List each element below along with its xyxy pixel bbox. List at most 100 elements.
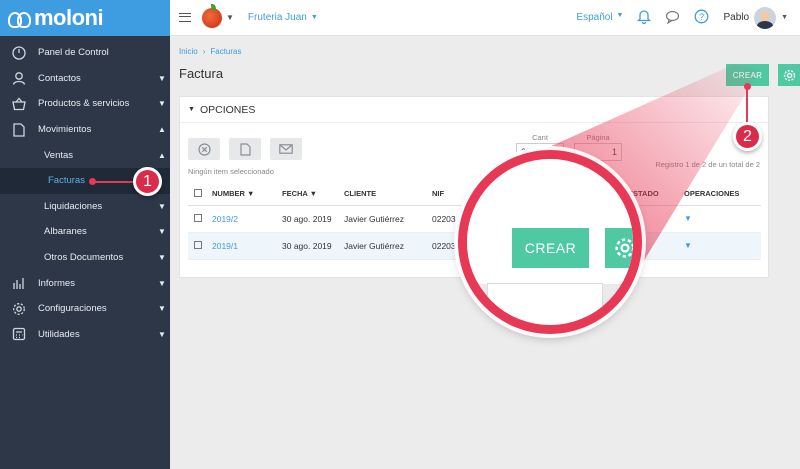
user-name: Pablo — [723, 12, 750, 23]
cancel-icon — [197, 142, 211, 156]
svg-text:?: ? — [699, 12, 704, 22]
logo-text: moloni — [34, 5, 104, 30]
chevron-down-icon: ▼ — [158, 227, 166, 237]
chevron-down-icon: ▼ — [158, 329, 166, 339]
store-selector[interactable]: Fruteria Juan ▼ — [248, 12, 318, 23]
chevron-down-icon: ▼ — [158, 99, 166, 109]
language-selector[interactable]: Español ▼ — [576, 12, 623, 23]
page-label: Página — [586, 133, 610, 142]
sidebar-item-label: Utilidades — [38, 328, 80, 340]
language-label: Español — [576, 12, 613, 23]
zoom-card — [487, 283, 603, 325]
marker-line — [746, 86, 748, 124]
chevron-down-icon: ▼ — [158, 201, 166, 211]
sidebar-item-informes[interactable]: Informes ▼ — [0, 270, 170, 296]
sidebar-item-contactos[interactable]: Contactos ▼ — [0, 66, 170, 92]
sidebar-item-ventas[interactable]: Ventas ▲ — [0, 142, 170, 168]
sidebar: moloni Panel de Control Contactos ▼ Prod… — [0, 0, 170, 469]
calculator-icon — [0, 327, 38, 341]
bar-chart-icon — [0, 276, 38, 290]
sidebar-item-label: Contactos — [38, 72, 81, 84]
col-cliente[interactable]: CLIENTE — [338, 183, 426, 206]
zoom-magnifier: CREAR — [458, 150, 642, 334]
sidebar-item-movimientos[interactable]: Movimientos ▲ — [0, 117, 170, 143]
select-all[interactable] — [188, 183, 206, 206]
chevron-down-icon: ▼ — [781, 14, 788, 21]
operations-dropdown[interactable]: ▼ — [678, 205, 761, 233]
chevron-up-icon: ▲ — [158, 150, 166, 160]
sidebar-item-productos[interactable]: Productos & servicios ▼ — [0, 91, 170, 117]
help-icon[interactable]: ? — [694, 9, 709, 26]
quantity-label: Cant — [532, 133, 548, 142]
invoice-client: Javier Gutiérrez — [338, 232, 426, 260]
sidebar-item-panel[interactable]: Panel de Control — [0, 40, 170, 66]
marker-line — [92, 181, 136, 183]
invoice-date: 30 ago. 2019 — [276, 205, 338, 233]
page-title: Factura — [179, 66, 224, 81]
bell-icon[interactable] — [637, 9, 652, 26]
invoice-client: Javier Gutiérrez — [338, 205, 426, 233]
col-fecha[interactable]: FECHA ▼ — [276, 183, 338, 206]
row-select[interactable] — [188, 232, 206, 260]
records-summary: Registro 1 de 2 de un total de 2 — [655, 160, 760, 169]
pdf-button[interactable] — [229, 138, 261, 160]
moloni-logo[interactable]: moloni — [0, 0, 170, 36]
chevron-down-icon[interactable]: ▼ — [226, 13, 234, 22]
checkbox[interactable] — [194, 240, 202, 249]
top-bar: ▼ Fruteria Juan ▼ Español ▼ ? Pablo ▼ — [170, 0, 800, 36]
chevron-down-icon: ▼ — [616, 12, 624, 19]
col-number-label: NUMBER — [212, 189, 245, 199]
breadcrumb-facturas[interactable]: Facturas — [210, 47, 241, 56]
invoice-date: 30 ago. 2019 — [276, 232, 338, 260]
sidebar-item-liquidaciones[interactable]: Liquidaciones ▼ — [0, 194, 170, 220]
user-menu[interactable]: Pablo ▼ — [723, 6, 788, 29]
envelope-icon — [279, 144, 293, 154]
sidebar-item-configuraciones[interactable]: Configuraciones ▼ — [0, 296, 170, 322]
checkbox[interactable] — [194, 188, 202, 197]
breadcrumb-separator: › — [202, 47, 206, 56]
avatar — [754, 6, 777, 29]
menu-icon[interactable] — [179, 13, 191, 22]
chevron-down-icon: ▼ — [188, 106, 195, 113]
operations-dropdown[interactable]: ▼ — [678, 232, 761, 260]
col-operaciones: OPERACIONES — [678, 183, 761, 206]
options-header[interactable]: ▼ OPCIONES — [180, 97, 768, 123]
toolbar — [188, 138, 302, 160]
cancel-button[interactable] — [188, 138, 220, 160]
checkbox[interactable] — [194, 213, 202, 222]
sidebar-item-label: Ventas — [44, 149, 74, 161]
sidebar-item-utilidades[interactable]: Utilidades ▼ — [0, 322, 170, 348]
col-fecha-label: FECHA — [282, 189, 308, 199]
chevron-down-icon: ▼ — [158, 73, 166, 83]
chevron-down-icon: ▼ — [158, 304, 166, 314]
sidebar-item-otros-documentos[interactable]: Otros Documentos ▼ — [0, 245, 170, 271]
breadcrumb-inicio[interactable]: Inicio — [179, 47, 198, 56]
settings-button[interactable] — [778, 64, 800, 86]
chevron-down-icon: ▼ — [158, 253, 166, 263]
sidebar-item-albaranes[interactable]: Albaranes ▼ — [0, 219, 170, 245]
chat-icon[interactable] — [665, 10, 680, 26]
basket-icon — [0, 97, 38, 111]
dashboard-icon — [0, 46, 38, 60]
zoom-content: CREAR — [467, 159, 633, 325]
email-button[interactable] — [270, 138, 302, 160]
row-select[interactable] — [188, 205, 206, 233]
company-logo-icon[interactable] — [202, 3, 222, 28]
zoom-gear-icon — [605, 228, 633, 268]
gear-icon — [0, 302, 38, 316]
selection-status: Ningún item seleccionado — [188, 167, 274, 176]
chevron-down-icon: ▼ — [158, 278, 166, 288]
sidebar-item-label: Otros Documentos — [44, 252, 124, 264]
document-icon — [0, 122, 38, 137]
step-marker-2: 2 — [733, 122, 762, 151]
invoice-number-link[interactable]: 2019/2 — [206, 205, 276, 233]
col-number[interactable]: NUMBER ▼ — [206, 183, 276, 206]
gear-icon — [615, 238, 633, 258]
user-icon — [0, 71, 38, 86]
invoice-number-link[interactable]: 2019/1 — [206, 232, 276, 260]
sidebar-item-label: Panel de Control — [38, 47, 109, 59]
sidebar-item-label: Productos & servicios — [38, 98, 130, 110]
moloni-logo-icon — [8, 9, 31, 28]
sidebar-item-label: Movimientos — [38, 124, 92, 136]
step-marker-1: 1 — [133, 167, 162, 196]
